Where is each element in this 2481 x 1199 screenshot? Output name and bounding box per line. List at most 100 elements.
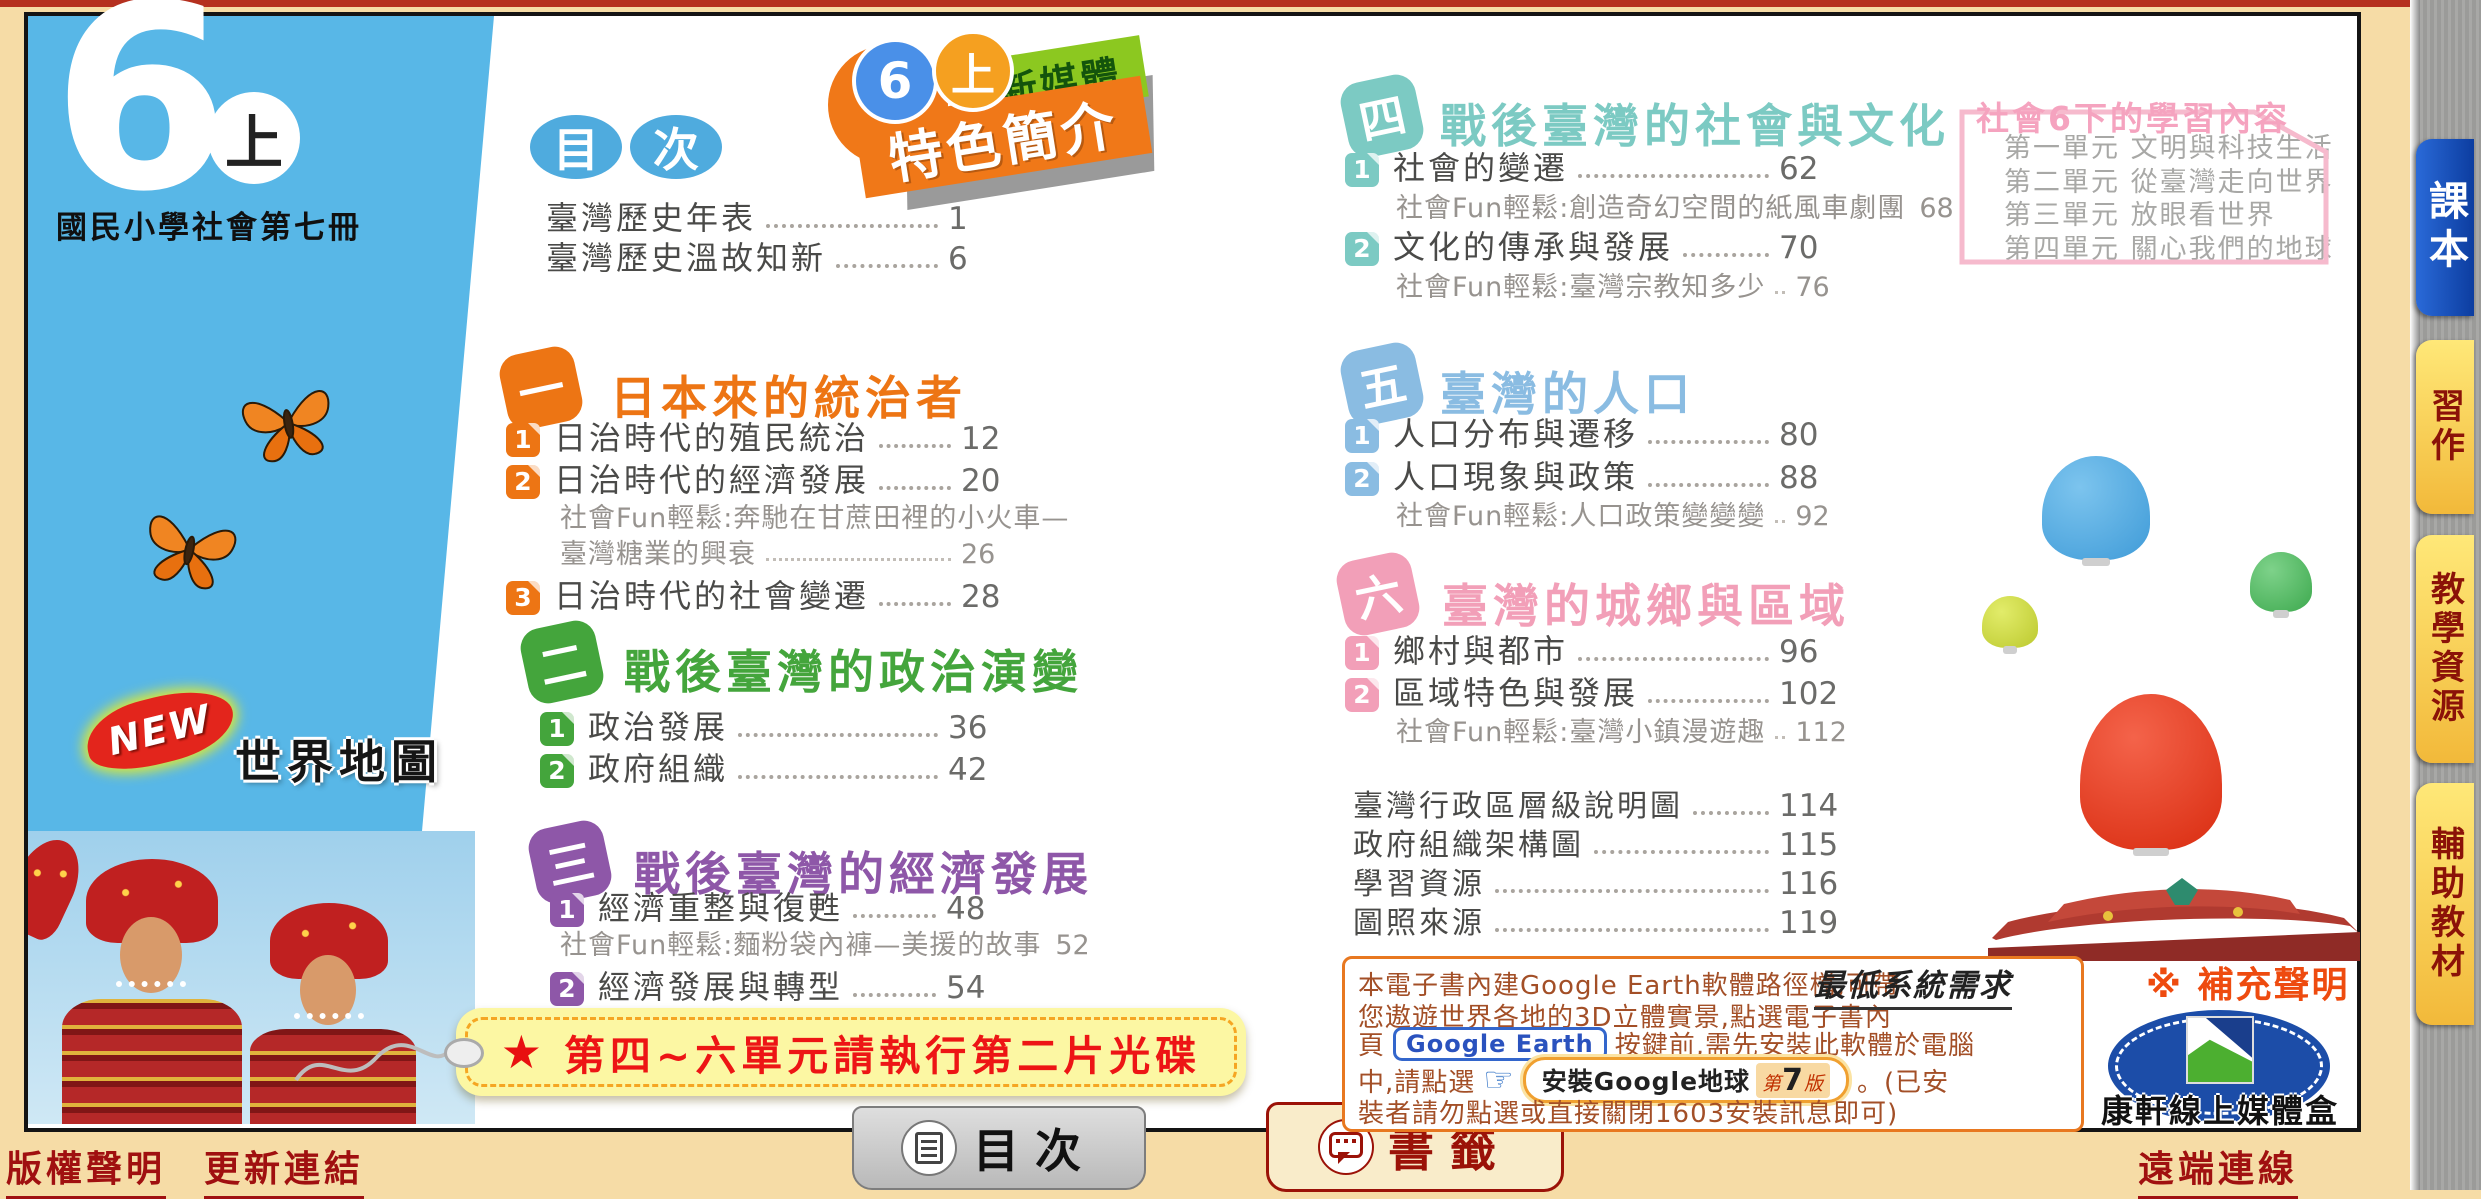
unit-4-title[interactable]: 戰後臺灣的社會與文化 (1440, 90, 1950, 156)
toc-row[interactable]: 臺灣歷史溫故知新 6 (546, 240, 1012, 277)
toc-row-page: 76 (1795, 272, 1859, 303)
worldmap-button[interactable]: 世界地圖 (235, 726, 443, 792)
leader-dots (836, 264, 938, 268)
toc-row[interactable]: 政府組織架構圖 115 (1353, 827, 1843, 863)
sidebar-tab-supplementary[interactable]: 輔助教材 (2416, 783, 2474, 1025)
toc-row-label: 社會Fun輕鬆:創造奇幻空間的紙風車劇團 (1396, 193, 1905, 224)
toc-row-page: 102 (1779, 676, 1843, 712)
leader-dots (1775, 520, 1785, 523)
leader-dots (879, 486, 951, 490)
item-number: 1 (540, 712, 574, 746)
sidebar-tab-label: 輔助教材 (2421, 826, 2470, 982)
toc-subrow[interactable]: 社會Fun輕鬆:奔馳在甘蔗田裡的小火車— (560, 503, 1025, 534)
toc-subrow[interactable]: 社會Fun輕鬆:臺灣小鎮漫遊趣 112 (1396, 717, 1843, 748)
toc-row-page: 48 (946, 891, 1010, 927)
grade-number: 6 (52, 0, 229, 227)
item-number: 2 (1345, 678, 1379, 712)
temple-roof-photo (1988, 876, 2360, 961)
toc-row-page: 92 (1795, 501, 1859, 532)
toc-row[interactable]: 1 政治發展 36 (540, 709, 1012, 746)
toc-row-page: 88 (1779, 460, 1843, 496)
toc-row-page: 112 (1795, 717, 1859, 748)
supplement-statement-link[interactable]: ※ 補充聲明 (2146, 956, 2350, 1008)
toc-row-page: 114 (1779, 788, 1843, 824)
sidebar-tab-workbook[interactable]: 習作 (2416, 340, 2474, 514)
toc-subrow[interactable]: 社會Fun輕鬆:臺灣宗教知多少 76 (1396, 272, 1843, 303)
toc-subrow[interactable]: 社會Fun輕鬆:人口政策變變變 92 (1396, 501, 1843, 532)
unit-number-glyph: 三 (541, 825, 600, 899)
sidebar-tab-textbook[interactable]: 課本 (2416, 139, 2474, 316)
sky-lantern-yellow (1982, 596, 2038, 648)
toc-row[interactable]: 2 經濟發展與轉型 54 (550, 969, 1010, 1006)
banner-eyelet (444, 1038, 484, 1068)
item-number: 2 (1345, 232, 1379, 266)
toc-row[interactable]: 學習資源 116 (1353, 866, 1843, 902)
toc-subrow[interactable]: 社會Fun輕鬆:創造奇幻空間的紙風車劇團 68 (1396, 193, 1843, 224)
raised-arm-shape (28, 831, 92, 945)
leader-dots (879, 444, 951, 448)
unit-2-title[interactable]: 戰後臺灣的政治演變 (624, 636, 1083, 702)
toc-row[interactable]: 圖照來源 119 (1353, 905, 1843, 941)
unit-number-glyph: 四 (1353, 79, 1412, 153)
toc-row-page: 119 (1779, 905, 1843, 941)
window-top-accent (0, 0, 2412, 7)
toc-heading-char: 目 (530, 115, 622, 179)
toc-row[interactable]: 臺灣歷史年表 1 (546, 200, 1012, 237)
toc-row[interactable]: 1 經濟重整與復甦 48 (550, 890, 1010, 927)
toc-row[interactable]: 1 人口分布與遷移 80 (1345, 416, 1843, 453)
toc-row-page: 6 (948, 241, 1012, 277)
toc-row-label: 社會Fun輕鬆:麵粉袋內褲—美援的故事 (560, 930, 1041, 961)
toc-row-page: 28 (961, 579, 1025, 615)
leader-dots (853, 993, 936, 997)
toc-row[interactable]: 2 日治時代的經濟發展 20 (506, 462, 1025, 499)
google-earth-button[interactable]: Google Earth (1393, 1027, 1607, 1061)
update-link[interactable]: 更新連結 (204, 1140, 364, 1199)
toc-row-label: 臺灣糖業的興衰 (560, 539, 756, 570)
toc-row-page: 54 (946, 970, 1010, 1006)
leader-dots (766, 558, 951, 561)
leader-dots (879, 602, 951, 606)
system-requirements-link[interactable]: 最低系統需求 (1814, 960, 2012, 1010)
item-number: 2 (550, 972, 584, 1006)
toc-row[interactable]: 臺灣行政區層級說明圖 114 (1353, 788, 1843, 824)
toc-heading-char: 次 (630, 115, 722, 179)
toc-row-label: 社會Fun輕鬆:奔馳在甘蔗田裡的小火車— (560, 503, 1069, 534)
toc-row[interactable]: 2 區域特色與發展 102 (1345, 675, 1843, 712)
toc-row[interactable]: 2 文化的傳承與發展 70 (1345, 229, 1843, 266)
item-number: 1 (1345, 153, 1379, 187)
toc-row[interactable]: 1 社會的變遷 62 (1345, 150, 1843, 187)
leader-dots (1594, 850, 1769, 854)
toc-row[interactable]: 1 鄉村與都市 96 (1345, 633, 1843, 670)
sidebar-tab-label: 教學資源 (2421, 571, 2470, 727)
toc-row-label: 日治時代的經濟發展 (554, 462, 869, 499)
item-number: 2 (1345, 462, 1379, 496)
toc-row-label: 社會的變遷 (1393, 150, 1568, 187)
toc-tab-button[interactable]: 目次 (852, 1106, 1146, 1190)
copyright-link[interactable]: 版權聲明 (6, 1140, 166, 1199)
toc-row[interactable]: 2 人口現象與政策 88 (1345, 459, 1843, 496)
toc-row[interactable]: 2 政府組織 42 (540, 751, 1012, 788)
leader-dots (738, 775, 938, 779)
item-number: 1 (506, 423, 540, 457)
next-volume-title: 社會6下的學習內容 (1976, 92, 2290, 140)
toc-row-page: 80 (1779, 417, 1843, 453)
toc-subrow[interactable]: 社會Fun輕鬆:麵粉袋內褲—美援的故事 52 (560, 930, 1010, 961)
unit-6-title[interactable]: 臺灣的城鄉與區域 (1442, 570, 1850, 636)
ebook-toc-page: { "colors": { "frame_bg": "#f6dca6", "to… (0, 0, 2481, 1190)
toc-row-page: 70 (1779, 230, 1843, 266)
toc-row-page: 26 (961, 539, 1025, 570)
remote-connection-link[interactable]: 遠端連線 (2138, 1140, 2298, 1199)
leader-dots (1648, 483, 1769, 487)
toc-row[interactable]: 1 日治時代的殖民統治 12 (506, 420, 1025, 457)
sidebar-tab-teaching-resources[interactable]: 教學資源 (2416, 535, 2474, 763)
toc-row-page: 12 (961, 421, 1025, 457)
beads-shape (116, 981, 186, 987)
toc-row-page: 68 (1919, 193, 1953, 224)
toc-row-page: 20 (961, 463, 1025, 499)
toc-row[interactable]: 3 日治時代的社會變遷 28 (506, 578, 1025, 615)
item-number: 1 (550, 893, 584, 927)
toc-row-label: 文化的傳承與發展 (1393, 229, 1673, 266)
leader-dots (1578, 174, 1769, 178)
toc-row-label: 人口現象與政策 (1393, 459, 1638, 496)
toc-subrow[interactable]: 臺灣糖業的興衰 26 (560, 539, 1025, 570)
